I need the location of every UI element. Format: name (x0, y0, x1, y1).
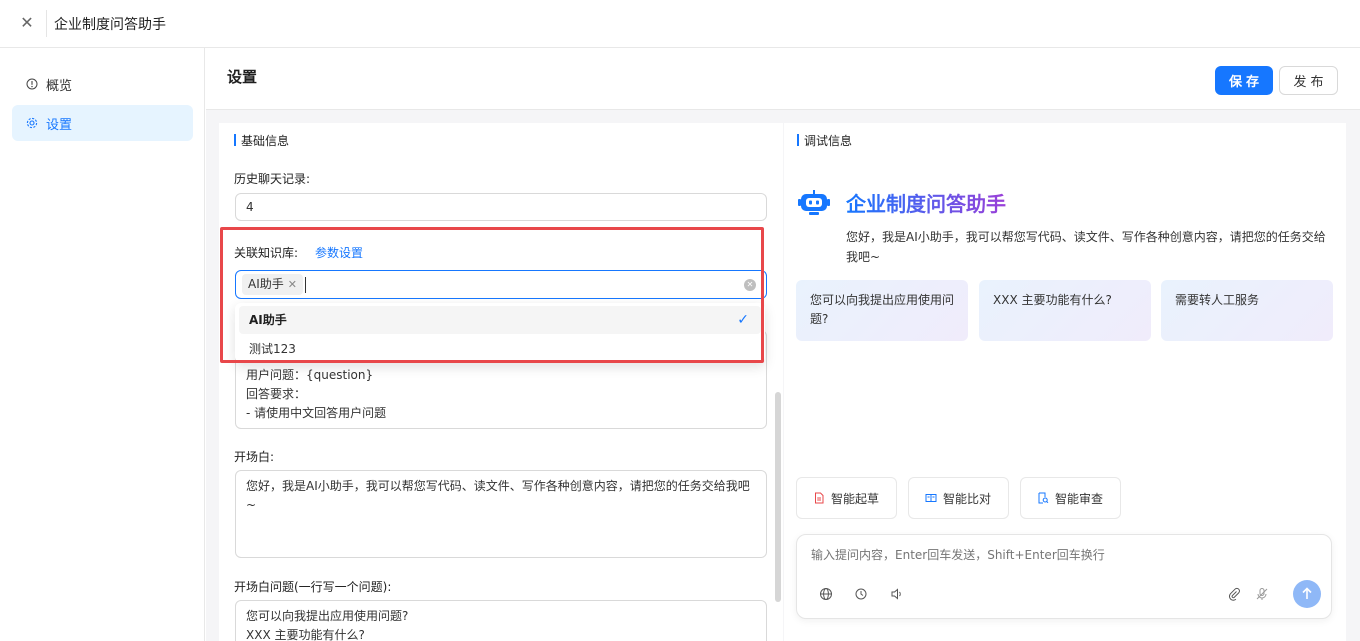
robot-icon (798, 190, 830, 218)
sidebar-item-overview[interactable]: 概览 (12, 66, 193, 102)
attachment-icon[interactable] (1227, 587, 1241, 601)
opening-textarea[interactable]: 您好，我是AI小助手，我可以帮您写代码、读文件、写作各种创意内容，请把您的任务交… (235, 470, 767, 558)
dropdown-option-test123[interactable]: 测试123 (239, 335, 761, 363)
kb-label: 关联知识库: (234, 246, 299, 260)
opening-questions-textarea[interactable]: 您可以向我提出应用使用问题? XXX 主要功能有什么? (235, 600, 767, 641)
sidebar-item-settings[interactable]: 设置 (12, 105, 193, 141)
prompt-line: 回答要求： (246, 387, 307, 401)
question-line: XXX 主要功能有什么? (246, 628, 365, 641)
kb-dropdown: AI助手 ✓ 测试123 (235, 303, 765, 363)
gear-icon (26, 117, 38, 129)
speaker-icon[interactable] (890, 587, 904, 601)
title-bar: ✕ 企业制度问答助手 (0, 0, 1360, 48)
save-button[interactable]: 保存 (1215, 66, 1273, 95)
close-icon[interactable]: ✕ (18, 14, 36, 32)
tool-label: 智能比对 (943, 491, 992, 506)
page-title: 设置 (227, 68, 258, 86)
tool-draft-button[interactable]: 智能起草 (796, 477, 897, 519)
section-title-debug: 调试信息 (797, 132, 852, 149)
globe-icon[interactable] (819, 587, 833, 601)
history-icon[interactable] (854, 587, 868, 601)
send-button[interactable] (1293, 580, 1321, 608)
window-title: 企业制度问答助手 (54, 17, 166, 33)
prompt-line: 用户问题：{question} (246, 368, 374, 382)
option-label: 测试123 (249, 342, 296, 356)
publish-button[interactable]: 发布 (1279, 66, 1338, 95)
info-circle-icon (26, 78, 38, 90)
kb-selected-tag: AI助手 ✕ (242, 274, 303, 295)
clear-icon[interactable]: ✕ (744, 279, 756, 291)
tag-remove-icon[interactable]: ✕ (288, 274, 297, 295)
history-input[interactable]: 4 (235, 193, 767, 221)
chat-input[interactable] (811, 548, 1311, 562)
sidebar: 概览 设置 (0, 48, 205, 641)
option-label: AI助手 (249, 313, 287, 327)
dropdown-option-ai-assistant[interactable]: AI助手 ✓ (239, 306, 761, 334)
mic-off-icon[interactable] (1255, 587, 1269, 601)
question-card[interactable]: 需要转人工服务 (1161, 280, 1333, 341)
tool-label: 智能起草 (831, 491, 880, 506)
tool-compare-button[interactable]: 智能比对 (908, 477, 1009, 519)
check-icon: ✓ (737, 312, 749, 328)
text-caret (305, 277, 306, 293)
tool-review-button[interactable]: 智能审查 (1020, 477, 1121, 519)
app-name: 企业制度问答助手 (846, 188, 1006, 217)
question-card[interactable]: XXX 主要功能有什么? (979, 280, 1151, 341)
review-icon (1037, 492, 1049, 504)
prompt-line: - 请使用中文回答用户问题 (246, 406, 387, 420)
greeting-text: 您好，我是AI小助手，我可以帮您写代码、读文件、写作各种创意内容，请把您的任务交… (846, 230, 1326, 264)
history-label: 历史聊天记录: (234, 172, 311, 186)
divider (46, 10, 47, 37)
scrollbar[interactable] (775, 392, 781, 602)
opening-questions-label: 开场白问题(一行写一个问题): (234, 580, 392, 594)
arrow-up-icon (1293, 587, 1321, 612)
question-line: 您可以向我提出应用使用问题? (246, 609, 409, 623)
kb-select[interactable]: AI助手 ✕ ✕ (235, 270, 767, 299)
document-red-icon (813, 492, 825, 504)
page-header: 设置 保存 发布 (206, 48, 1360, 110)
sidebar-item-label: 设置 (46, 117, 73, 133)
kb-params-link[interactable]: 参数设置 (315, 244, 363, 261)
section-title-basic: 基础信息 (234, 132, 289, 149)
opening-label: 开场白: (234, 450, 275, 464)
tag-label: AI助手 (248, 277, 284, 291)
tool-label: 智能审查 (1055, 491, 1104, 506)
question-card[interactable]: 您可以向我提出应用使用问题? (796, 280, 968, 341)
sidebar-item-label: 概览 (46, 78, 73, 94)
chat-composer (796, 534, 1332, 619)
compare-icon (925, 492, 937, 504)
